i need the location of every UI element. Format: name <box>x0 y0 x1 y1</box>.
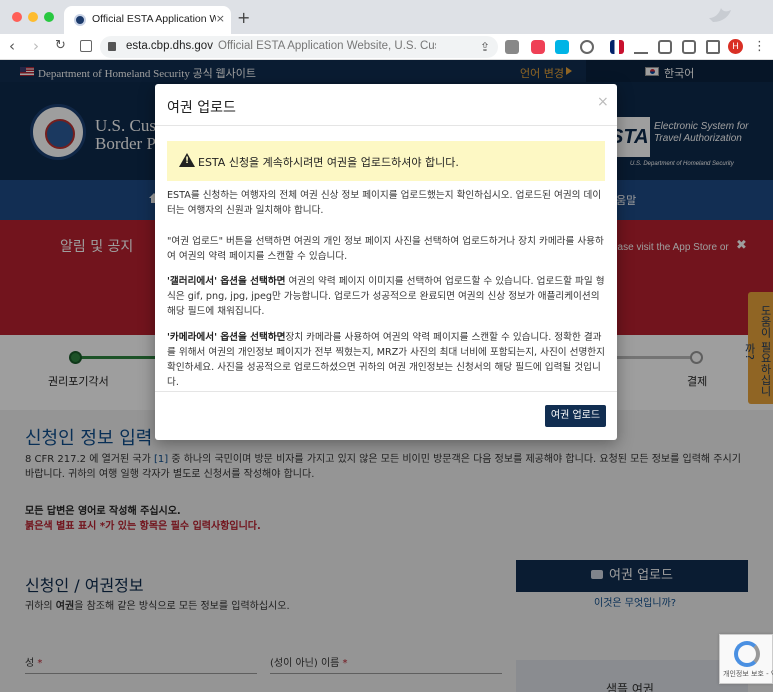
warning-text: ESTA 신청을 계속하시려면 여권을 업로드하셔야 합니다. <box>198 156 459 169</box>
modal-paragraph-2: "여권 업로드" 버튼을 선택하면 여권의 개인 정보 페이지 사진을 선택하여… <box>167 236 604 262</box>
browser-tab-active[interactable]: Official ESTA Application Website × <box>64 6 231 34</box>
new-tab-button[interactable]: + <box>237 8 250 27</box>
profile-avatar[interactable]: H <box>728 39 743 54</box>
modal-title: 여권 업로드 <box>167 100 236 116</box>
reload-icon[interactable]: ↻ <box>55 38 66 54</box>
recaptcha-icon <box>734 641 760 667</box>
gallery-option-label: '갤러리에서' 옵션을 선택하면 <box>167 276 286 287</box>
screenshot-icon[interactable] <box>682 40 696 54</box>
cast-icon[interactable] <box>658 40 672 54</box>
s-extension-icon[interactable] <box>555 40 569 54</box>
modal-paragraph-4: '카메라에서' 옵션을 선택하면장치 카메라를 사용하여 여권의 약력 페이지를… <box>167 330 605 390</box>
minimize-window-button[interactable] <box>28 12 38 22</box>
extension-icon[interactable] <box>580 40 594 54</box>
warning-box: ESTA 신청을 계속하시려면 여권을 업로드하셔야 합니다. <box>167 141 605 181</box>
modal-paragraph-3: '갤러리에서' 옵션을 선택하면 여권의 약력 페이지 이미지를 선택하여 업로… <box>167 274 605 319</box>
share-icon[interactable]: ⇪ <box>480 40 490 54</box>
recaptcha-badge[interactable]: 개인정보 보호 - 약관 <box>719 634 773 684</box>
modal-upload-passport-button[interactable]: 여권 업로드 <box>545 405 606 427</box>
recaptcha-terms: 개인정보 보호 - 약관 <box>723 670 773 678</box>
passport-upload-modal: 여권 업로드 × ESTA 신청을 계속하시려면 여권을 업로드하셔야 합니다.… <box>155 84 617 440</box>
url-host: esta.cbp.dhs.gov <box>126 40 213 52</box>
camera-option-label: '카메라에서' 옵션을 선택하면 <box>167 332 286 343</box>
pocket-icon[interactable] <box>531 40 545 54</box>
browser-toolbar: ‹ › ↻ esta.cbp.dhs.gov Official ESTA App… <box>0 34 773 60</box>
uk-flag-icon[interactable] <box>610 40 624 54</box>
warning-icon <box>179 153 195 167</box>
url-page-title: Official ESTA Application Website, U.S. … <box>218 40 436 52</box>
tab-close-icon[interactable]: × <box>216 12 225 25</box>
reader-mode-icon[interactable] <box>80 40 92 52</box>
modal-header: 여권 업로드 × <box>155 84 617 126</box>
address-bar[interactable]: esta.cbp.dhs.gov Official ESTA Applicati… <box>100 36 498 58</box>
close-window-button[interactable] <box>12 12 22 22</box>
forward-arrow-icon[interactable]: › <box>33 38 39 54</box>
modal-close-icon[interactable]: × <box>597 94 609 110</box>
modal-paragraph-1: ESTA를 신청하는 여행자의 전체 여권 신상 정보 페이지를 업로드했는지 … <box>167 190 602 216</box>
browser-tab-bar: Official ESTA Application Website × + <box>0 0 773 34</box>
browser-menu-icon[interactable]: ⋮ <box>753 39 766 54</box>
maximize-window-button[interactable] <box>44 12 54 22</box>
tab-title: Official ESTA Application Website <box>92 13 216 25</box>
back-arrow-icon[interactable]: ‹ <box>9 38 15 54</box>
lock-icon <box>108 42 116 51</box>
dhs-favicon-icon <box>74 14 86 26</box>
sidebar-icon[interactable] <box>706 40 720 54</box>
download-icon[interactable] <box>634 40 648 54</box>
extension-puzzle-icon[interactable] <box>505 40 519 54</box>
bird-icon <box>709 8 731 22</box>
modal-footer-divider <box>155 391 617 392</box>
